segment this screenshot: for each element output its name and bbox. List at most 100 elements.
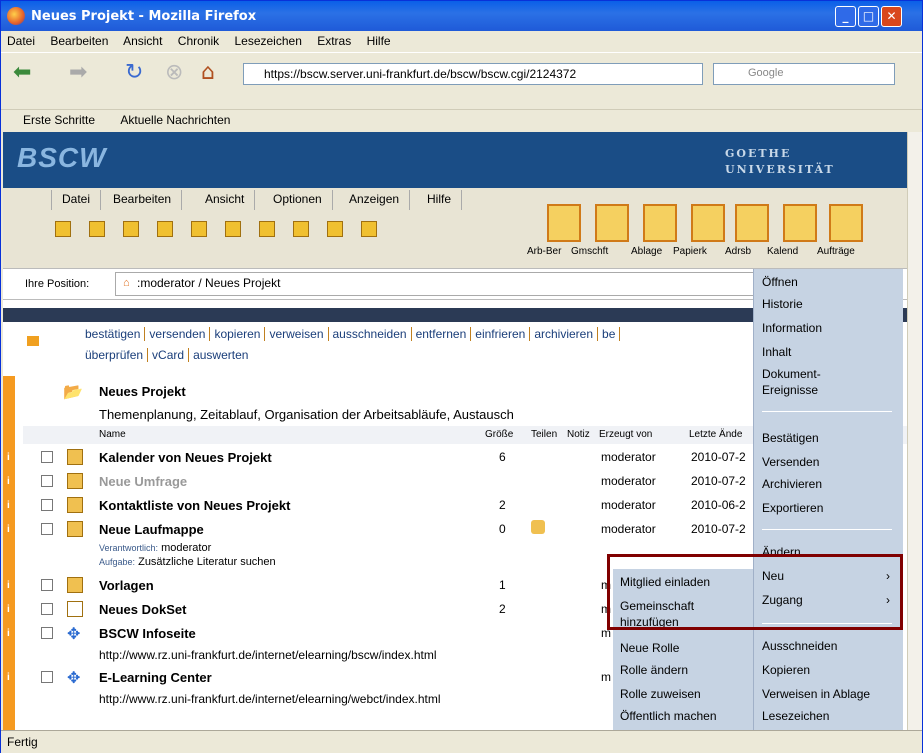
info-icon[interactable]: i (7, 500, 10, 511)
row-url[interactable]: http://www.rz.uni-frankfurt.de/internet/… (99, 692, 441, 706)
sync-tool-icon[interactable] (361, 221, 377, 237)
row-name[interactable]: Neues DokSet (99, 602, 186, 617)
row-name[interactable]: Kontaktliste von Neues Projekt (99, 498, 290, 513)
community-icon[interactable] (595, 204, 629, 242)
stop-icon[interactable]: ⊗ (165, 60, 183, 85)
action-einfrieren[interactable]: einfrieren (471, 327, 531, 341)
info-icon[interactable]: i (7, 580, 10, 591)
ctx-verweisen[interactable]: Verweisen in Ablage (762, 687, 870, 701)
ctx-versenden[interactable]: Versenden (762, 455, 819, 469)
info-icon[interactable]: i (7, 524, 10, 535)
row-name[interactable]: Vorlagen (99, 578, 154, 593)
back-icon[interactable]: ⬅ (13, 60, 31, 85)
col-changed[interactable]: Letzte Ände (689, 429, 742, 440)
bscw-menu-hilfe[interactable]: Hilfe (417, 190, 463, 210)
menu-extras[interactable]: Extras (317, 34, 351, 48)
action-vcard[interactable]: vCard (148, 348, 190, 362)
row-checkbox[interactable] (41, 579, 53, 591)
addressbook-icon[interactable] (735, 204, 769, 242)
submenu-neue-rolle[interactable]: Neue Rolle (620, 641, 679, 655)
col-name[interactable]: Name (99, 429, 126, 440)
col-note[interactable]: Notiz (567, 429, 590, 440)
row-checkbox[interactable] (41, 523, 53, 535)
select-all-icon[interactable] (27, 336, 39, 346)
ctx-archivieren[interactable]: Archivieren (762, 477, 822, 491)
ctx-exportieren[interactable]: Exportieren (762, 501, 823, 515)
row-checkbox[interactable] (41, 475, 53, 487)
user-add-tool-icon[interactable] (157, 221, 173, 237)
key-tool-icon[interactable] (89, 221, 105, 237)
row-checkbox[interactable] (41, 627, 53, 639)
ctx-dokument[interactable]: Dokument- (762, 367, 821, 381)
close-button[interactable]: ✕ (881, 6, 902, 27)
info-icon[interactable]: i (7, 604, 10, 615)
action-auswerten[interactable]: auswerten (189, 348, 252, 362)
ctx-information[interactable]: Information (762, 321, 822, 335)
row-name[interactable]: Neue Umfrage (99, 474, 187, 489)
bscw-menu-bearbeiten[interactable]: Bearbeiten (103, 190, 183, 210)
col-size[interactable]: Größe (485, 429, 513, 440)
trash-icon[interactable] (691, 204, 725, 242)
document-tool-icon[interactable] (259, 221, 275, 237)
users-tool-icon[interactable] (123, 221, 139, 237)
action-kopieren[interactable]: kopieren (210, 327, 266, 341)
bscw-menu-ansicht[interactable]: Ansicht (195, 190, 256, 210)
folder-tool-icon[interactable] (225, 221, 241, 237)
action-bestaetigen[interactable]: bestätigen (81, 327, 146, 341)
row-checkbox[interactable] (41, 671, 53, 683)
bscw-menu-anzeigen[interactable]: Anzeigen (339, 190, 411, 210)
menu-bearbeiten[interactable]: Bearbeiten (50, 34, 108, 48)
info-icon[interactable]: i (7, 452, 10, 463)
link-tool-icon[interactable] (191, 221, 207, 237)
home-icon[interactable]: ⌂ (201, 60, 215, 85)
submenu-rolle-zuweisen[interactable]: Rolle zuweisen (620, 687, 701, 701)
url-bar[interactable]: https://bscw.server.uni-frankfurt.de/bsc… (243, 63, 703, 85)
row-checkbox[interactable] (41, 451, 53, 463)
bookmark-erste-schritte[interactable]: Erste Schritte (23, 113, 95, 127)
menu-datei[interactable]: Datei (7, 34, 35, 48)
ctx-oeffnen[interactable]: Öffnen (762, 275, 798, 289)
row-name[interactable]: Kalender von Neues Projekt (99, 450, 272, 465)
menu-ansicht[interactable]: Ansicht (123, 34, 162, 48)
search-input[interactable]: Google (713, 63, 895, 85)
copy-tool-icon[interactable] (293, 221, 309, 237)
action-ueberpruefen[interactable]: überprüfen (81, 348, 149, 362)
row-checkbox[interactable] (41, 499, 53, 511)
home-icon[interactable]: ⌂ (123, 277, 130, 289)
row-name[interactable]: BSCW Infoseite (99, 626, 196, 641)
ctx-ausschneiden[interactable]: Ausschneiden (762, 639, 837, 653)
bookmark-aktuelle-nachrichten[interactable]: Aktuelle Nachrichten (120, 113, 230, 127)
ctx-kopieren[interactable]: Kopieren (762, 663, 810, 677)
bscw-menu-datei[interactable]: Datei (51, 190, 102, 210)
info-icon[interactable]: i (7, 672, 10, 683)
vertical-scrollbar[interactable] (907, 132, 922, 730)
info-tool-icon[interactable] (55, 221, 71, 237)
info-icon[interactable]: i (7, 476, 10, 487)
action-verweisen[interactable]: verweisen (265, 327, 329, 341)
menu-chronik[interactable]: Chronik (178, 34, 219, 48)
calendar-icon[interactable] (783, 204, 817, 242)
col-share[interactable]: Teilen (531, 429, 557, 440)
ctx-bestaetigen[interactable]: Bestätigen (762, 431, 819, 445)
info-icon[interactable]: i (7, 628, 10, 639)
minimize-button[interactable]: _ (835, 6, 856, 27)
col-creator[interactable]: Erzeugt von (599, 429, 652, 440)
action-be[interactable]: be (598, 327, 621, 341)
reload-icon[interactable]: ↻ (125, 60, 143, 85)
maximize-button[interactable]: □ (858, 6, 879, 27)
row-url[interactable]: http://www.rz.uni-frankfurt.de/internet/… (99, 648, 437, 662)
submenu-oeffentlich-machen[interactable]: Öffentlich machen (620, 709, 717, 723)
refresh-tool-icon[interactable] (327, 221, 343, 237)
clipboard-icon[interactable] (643, 204, 677, 242)
submenu-rolle-aendern[interactable]: Rolle ändern (620, 663, 688, 677)
ctx-historie[interactable]: Historie (762, 297, 803, 311)
ctx-ereignisse[interactable]: Ereignisse (762, 383, 818, 397)
bscw-menu-optionen[interactable]: Optionen (263, 190, 333, 210)
menu-lesezeichen[interactable]: Lesezeichen (234, 34, 301, 48)
action-ausschneiden[interactable]: ausschneiden (328, 327, 412, 341)
share-icon[interactable] (531, 520, 545, 534)
action-archivieren[interactable]: archivieren (530, 327, 599, 341)
ctx-inhalt[interactable]: Inhalt (762, 345, 791, 359)
breadcrumb-path[interactable]: :moderator / Neues Projekt (137, 276, 280, 290)
row-checkbox[interactable] (41, 603, 53, 615)
